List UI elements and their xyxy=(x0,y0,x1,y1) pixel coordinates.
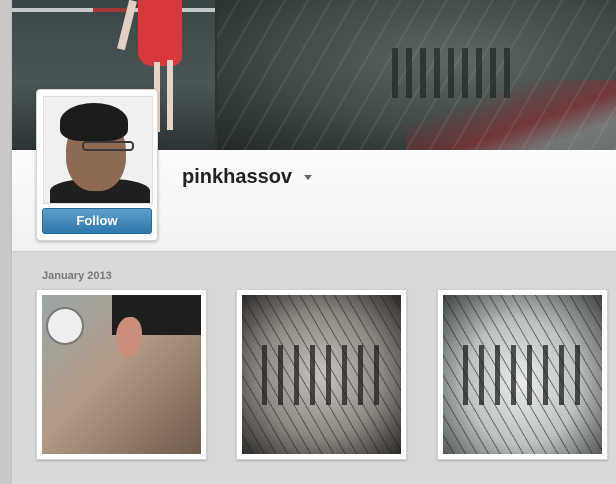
profile-avatar-card: Follow xyxy=(36,89,158,241)
photo-snow-branches[interactable] xyxy=(242,295,401,454)
profile-username[interactable]: pinkhassov xyxy=(182,166,292,189)
photo-figures xyxy=(463,345,583,405)
cover-figure-dress xyxy=(138,0,182,66)
avatar[interactable] xyxy=(43,96,153,204)
feed-section-label: January 2013 xyxy=(42,270,112,282)
photo-ear xyxy=(116,317,142,357)
avatar-hair xyxy=(60,103,128,141)
photo-tile[interactable] xyxy=(437,289,608,460)
photo-ear-clock[interactable] xyxy=(42,295,201,454)
avatar-glasses xyxy=(82,141,134,151)
photo-snow-crowd[interactable] xyxy=(443,295,602,454)
cover-road-marking xyxy=(12,8,215,12)
photo-figures xyxy=(262,345,382,405)
cover-people xyxy=(392,48,512,98)
clock-icon xyxy=(46,307,84,345)
left-rail xyxy=(0,0,12,484)
cover-figure-leg xyxy=(167,60,173,130)
photo-tile[interactable] xyxy=(236,289,407,460)
chevron-down-icon[interactable] xyxy=(304,175,312,180)
photo-tile[interactable] xyxy=(36,289,207,460)
follow-button[interactable]: Follow xyxy=(42,208,152,234)
